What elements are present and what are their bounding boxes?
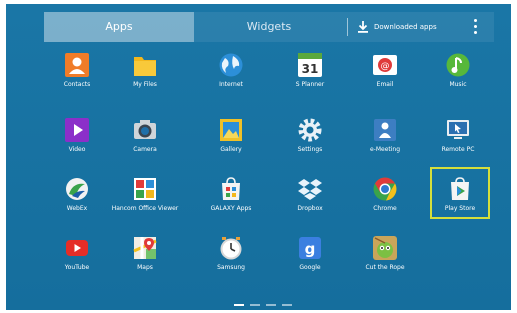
globe-icon <box>219 53 243 77</box>
page-dot <box>282 304 292 306</box>
app-label: Maps <box>137 264 153 271</box>
app-drawer-screen: Apps Widgets Downloaded apps Contacts My… <box>6 4 511 310</box>
page-dot <box>266 304 276 306</box>
svg-text:g: g <box>305 240 316 258</box>
play-store-icon <box>451 177 469 200</box>
app-camera[interactable]: Camera <box>110 117 180 167</box>
camera-icon <box>134 120 156 139</box>
app-label: Play Store <box>444 205 476 212</box>
app-google[interactable]: g Google <box>275 235 345 285</box>
maps-icon <box>133 237 157 259</box>
app-cut-the-rope[interactable]: Cut the Rope <box>350 235 420 285</box>
page-dot-active <box>234 304 244 306</box>
folder-icon <box>134 57 156 76</box>
app-label: Remote PC <box>441 146 475 153</box>
app-gallery[interactable]: Gallery <box>196 117 266 167</box>
calendar-icon: 31 <box>298 53 322 77</box>
e-meeting-icon <box>374 119 396 141</box>
app-hancom-office-viewer[interactable]: Hancom Office Viewer <box>110 176 180 226</box>
app-video[interactable]: Video <box>42 117 112 167</box>
app-internet[interactable]: Internet <box>196 52 266 102</box>
page-dot <box>250 304 260 306</box>
svg-text:@: @ <box>381 62 390 72</box>
app-my-files[interactable]: My Files <box>110 52 180 102</box>
svg-text:31: 31 <box>302 62 319 76</box>
page-indicator <box>234 304 294 307</box>
app-label: My Files <box>133 81 157 88</box>
dropbox-icon <box>298 179 322 200</box>
app-label: S Planner <box>295 81 325 88</box>
app-label: Google <box>299 264 321 271</box>
app-s-planner[interactable]: 31 S Planner <box>275 52 345 102</box>
app-maps[interactable]: Maps <box>110 235 180 285</box>
remote-pc-icon <box>447 120 469 139</box>
hancom-office-icon <box>134 178 156 200</box>
app-label: Camera <box>133 146 157 153</box>
app-label: WebEx <box>66 205 88 212</box>
gallery-icon <box>220 119 242 141</box>
gear-icon <box>298 118 322 142</box>
app-e-meeting[interactable]: e-Meeting <box>350 117 420 167</box>
app-contacts[interactable]: Contacts <box>42 52 112 102</box>
app-label: Chrome <box>373 205 397 212</box>
app-label: Hancom Office Viewer <box>111 205 179 212</box>
app-samsung[interactable]: Samsung <box>196 235 266 285</box>
app-label: Music <box>449 81 467 88</box>
app-grid: Contacts My Files Internet 31 S Planner … <box>6 4 511 310</box>
galaxy-apps-icon <box>222 177 240 200</box>
app-label: Email <box>376 81 394 88</box>
app-label: Contacts <box>63 81 91 88</box>
video-play-icon <box>65 118 89 142</box>
contacts-icon <box>65 53 89 77</box>
app-galaxy-apps[interactable]: GALAXY Apps <box>196 176 266 226</box>
app-label: Settings <box>297 146 323 153</box>
app-settings[interactable]: Settings <box>275 117 345 167</box>
app-label: Samsung <box>217 264 245 271</box>
app-label: Internet <box>219 81 243 88</box>
app-email[interactable]: @ Email <box>350 52 420 102</box>
app-label: Dropbox <box>297 205 323 212</box>
app-dropbox[interactable]: Dropbox <box>275 176 345 226</box>
chrome-icon <box>373 177 397 201</box>
app-label: e-Meeting <box>369 146 401 153</box>
app-label: GALAXY Apps <box>210 205 252 212</box>
google-search-icon: g <box>299 237 321 259</box>
app-label: Video <box>68 146 86 153</box>
youtube-icon <box>66 240 88 256</box>
cut-the-rope-icon <box>373 236 397 260</box>
app-webex[interactable]: WebEx <box>42 176 112 226</box>
app-music[interactable]: Music <box>423 52 493 102</box>
email-icon: @ <box>373 55 397 75</box>
app-remote-pc[interactable]: Remote PC <box>423 117 493 167</box>
app-youtube[interactable]: YouTube <box>42 235 112 285</box>
clock-icon <box>220 237 242 260</box>
app-chrome[interactable]: Chrome <box>350 176 420 226</box>
app-label: Gallery <box>220 146 242 153</box>
app-label: Cut the Rope <box>365 264 405 271</box>
webex-icon <box>66 178 88 200</box>
music-icon <box>446 53 470 77</box>
app-play-store[interactable]: Play Store <box>425 176 495 226</box>
app-label: YouTube <box>64 264 90 271</box>
